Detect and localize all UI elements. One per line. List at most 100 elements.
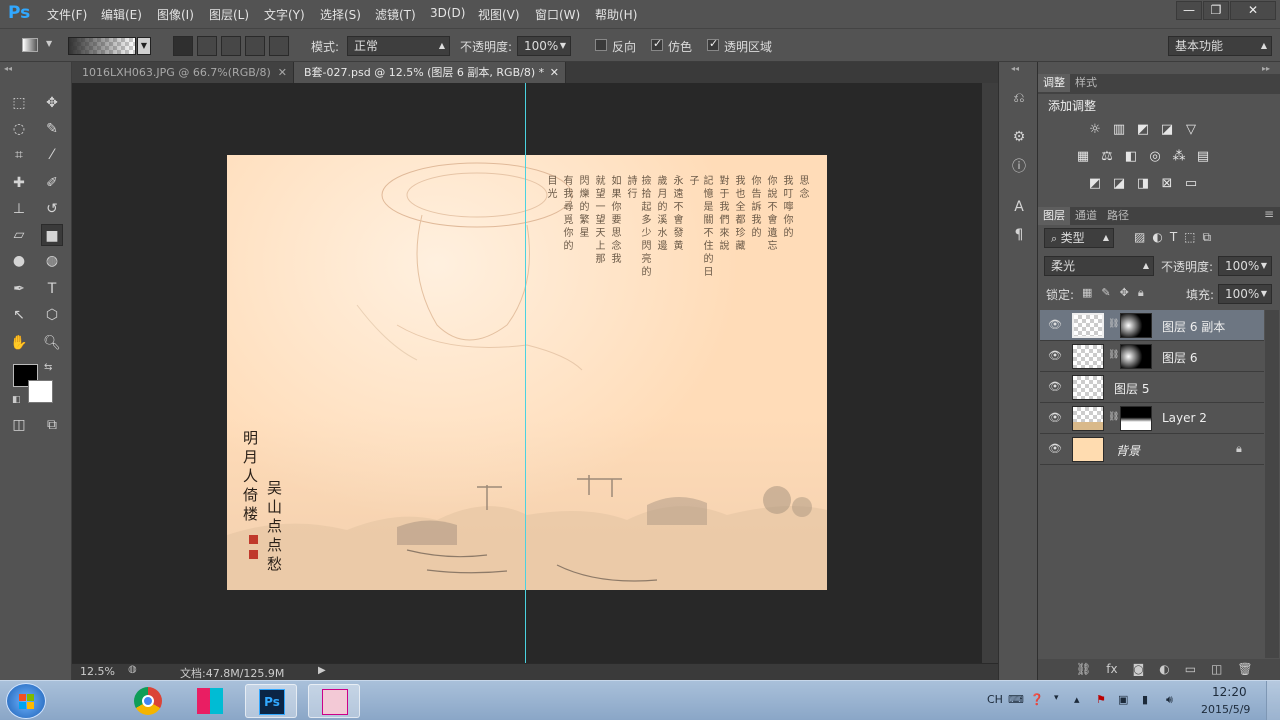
collapse-arrows-icon[interactable]: ▸▸: [1262, 64, 1270, 73]
app-taskbar-button[interactable]: [184, 684, 236, 718]
vibrance-icon[interactable]: ▽: [1182, 123, 1200, 137]
visibility-eye-icon[interactable]: 👁︎: [1048, 318, 1062, 331]
gradient-map-icon[interactable]: ▭: [1182, 177, 1200, 191]
threshold-icon[interactable]: ◨: [1134, 177, 1152, 191]
crop-tool-icon[interactable]: ⌗: [8, 144, 30, 166]
minimize-button[interactable]: —: [1176, 1, 1202, 20]
keyboard-icon[interactable]: ⌨: [1008, 693, 1024, 706]
lock-pixels-icon[interactable]: ✎: [1101, 286, 1110, 300]
new-group-icon[interactable]: ▭: [1185, 659, 1196, 680]
character-panel-icon[interactable]: A: [1008, 196, 1030, 218]
tab-close-icon[interactable]: ✕: [550, 62, 559, 83]
layer-mask-thumbnail[interactable]: [1120, 406, 1152, 431]
image-viewer-taskbar-button[interactable]: [308, 684, 360, 718]
hand-tool-icon[interactable]: ✋: [8, 332, 30, 354]
photo-filter-icon[interactable]: ◎: [1146, 150, 1164, 164]
visibility-eye-icon[interactable]: 👁︎: [1048, 349, 1062, 362]
dither-checkbox[interactable]: [651, 37, 663, 51]
layer-row[interactable]: 👁︎ 背景 🔒︎: [1040, 434, 1264, 465]
color-lookup-icon[interactable]: ▤: [1194, 150, 1212, 164]
menu-select[interactable]: 选择(S): [320, 6, 361, 23]
brightness-icon[interactable]: ☼: [1086, 123, 1104, 137]
default-colors-icon[interactable]: ◧: [12, 395, 21, 405]
screen-mode-icon[interactable]: ⧉: [41, 414, 63, 436]
layer-filter-select[interactable]: ⌕ 类型 ▲: [1044, 228, 1114, 248]
layer-row[interactable]: 👁︎ 图层 5: [1040, 372, 1264, 403]
workspace-select[interactable]: 基本功能 ▲: [1168, 36, 1272, 56]
chrome-taskbar-button[interactable]: [122, 684, 174, 718]
angle-gradient-button[interactable]: [221, 36, 241, 56]
layers-scrollbar[interactable]: [1265, 310, 1279, 658]
dodge-tool-icon[interactable]: ◍: [41, 250, 63, 272]
properties-panel-icon[interactable]: ⚙: [1008, 126, 1030, 148]
pen-tool-icon[interactable]: ✒: [8, 278, 30, 300]
reverse-checkbox[interactable]: [595, 39, 607, 51]
layer-row[interactable]: 👁︎ ⛓ 图层 6: [1040, 341, 1264, 372]
restore-button[interactable]: ❐: [1203, 1, 1229, 20]
tab-adjustments[interactable]: 调整: [1038, 74, 1070, 92]
smart-filter-icon[interactable]: ⧉: [1203, 230, 1212, 245]
tab-channels[interactable]: 通道: [1070, 207, 1102, 225]
mode-select[interactable]: 正常 ▲: [347, 36, 450, 56]
lock-transparent-icon[interactable]: ▦: [1082, 286, 1092, 300]
opacity-input[interactable]: 100% ▼: [517, 36, 571, 56]
gradient-picker-arrow-icon[interactable]: ▼: [137, 37, 151, 55]
layer-row[interactable]: 👁︎ ⛓ 图层 6 副本: [1040, 310, 1264, 341]
tray-arrow-icon[interactable]: ▾: [1054, 693, 1059, 703]
tab-layers[interactable]: 图层: [1038, 207, 1070, 225]
background-color-swatch[interactable]: [28, 380, 53, 403]
clone-stamp-tool-icon[interactable]: ⊥: [8, 198, 30, 220]
show-desktop-button[interactable]: [1266, 681, 1280, 720]
menu-edit[interactable]: 编辑(E): [101, 6, 142, 23]
mask-link-icon[interactable]: ⛓: [1108, 319, 1119, 329]
layer-name[interactable]: 图层 5: [1114, 380, 1149, 397]
lock-position-icon[interactable]: ✥: [1120, 286, 1129, 300]
move-tool-icon[interactable]: ✥: [41, 92, 63, 114]
collapse-arrows-icon[interactable]: ◂◂: [4, 64, 12, 73]
visibility-eye-icon[interactable]: 👁︎: [1048, 380, 1062, 393]
layer-name[interactable]: 图层 6: [1162, 349, 1197, 366]
visibility-eye-icon[interactable]: 👁︎: [1048, 442, 1062, 455]
mask-link-icon[interactable]: ⛓: [1108, 412, 1119, 422]
linear-gradient-button[interactable]: [173, 36, 193, 56]
zoom-level[interactable]: 12.5%: [80, 665, 115, 678]
shape-filter-icon[interactable]: ⬚: [1184, 230, 1195, 245]
collapse-arrows-icon[interactable]: ◂◂: [1011, 64, 1019, 73]
transparency-checkbox[interactable]: [707, 37, 719, 51]
gradient-tool-icon[interactable]: [22, 38, 38, 52]
type-tool-icon[interactable]: T: [41, 278, 63, 300]
adjust-filter-icon[interactable]: ◐: [1152, 230, 1162, 245]
menu-type[interactable]: 文字(Y): [264, 6, 305, 23]
curves-icon[interactable]: ◩: [1134, 123, 1152, 137]
reflected-gradient-button[interactable]: [245, 36, 265, 56]
radial-gradient-button[interactable]: [197, 36, 217, 56]
menu-file[interactable]: 文件(F): [47, 6, 87, 23]
menu-filter[interactable]: 滤镜(T): [375, 6, 416, 23]
clock-date[interactable]: 2015/5/9: [1201, 703, 1250, 716]
new-adjustment-icon[interactable]: ◐: [1159, 659, 1169, 680]
color-balance-icon[interactable]: ⚖: [1098, 150, 1116, 164]
layer-mask-thumbnail[interactable]: [1120, 313, 1152, 338]
panel-menu-icon[interactable]: ≡: [1264, 207, 1274, 221]
healing-brush-tool-icon[interactable]: ✚: [8, 172, 30, 194]
levels-icon[interactable]: ▥: [1110, 123, 1128, 137]
canvas-area[interactable]: 思念 我叮嚀你的 你說不會遺忘 你告訴我的 我也全都珍藏 對于我們來說 記憶是關…: [72, 83, 982, 663]
paragraph-panel-icon[interactable]: ¶: [1008, 224, 1030, 246]
type-filter-icon[interactable]: T: [1170, 230, 1177, 245]
help-icon[interactable]: ❓: [1030, 693, 1044, 706]
info-panel-icon[interactable]: ⓘ: [1008, 156, 1030, 178]
eyedropper-tool-icon[interactable]: ⁄: [41, 144, 63, 166]
history-brush-tool-icon[interactable]: ↺: [41, 198, 63, 220]
history-panel-icon[interactable]: ⎌: [1008, 87, 1030, 109]
vertical-guide[interactable]: [525, 83, 526, 663]
quick-select-tool-icon[interactable]: ✎: [41, 118, 63, 140]
menu-help[interactable]: 帮助(H): [595, 6, 637, 23]
fill-input[interactable]: 100% ▼: [1218, 284, 1272, 304]
device-icon[interactable]: ▣: [1118, 693, 1128, 706]
new-layer-icon[interactable]: ◫: [1211, 659, 1222, 680]
menu-layer[interactable]: 图层(L): [209, 6, 249, 23]
network-icon[interactable]: ▮: [1142, 693, 1148, 706]
marquee-tool-icon[interactable]: ⬚: [8, 92, 30, 114]
action-center-icon[interactable]: ⚑: [1096, 693, 1106, 706]
layer-name[interactable]: 背景: [1116, 442, 1140, 459]
